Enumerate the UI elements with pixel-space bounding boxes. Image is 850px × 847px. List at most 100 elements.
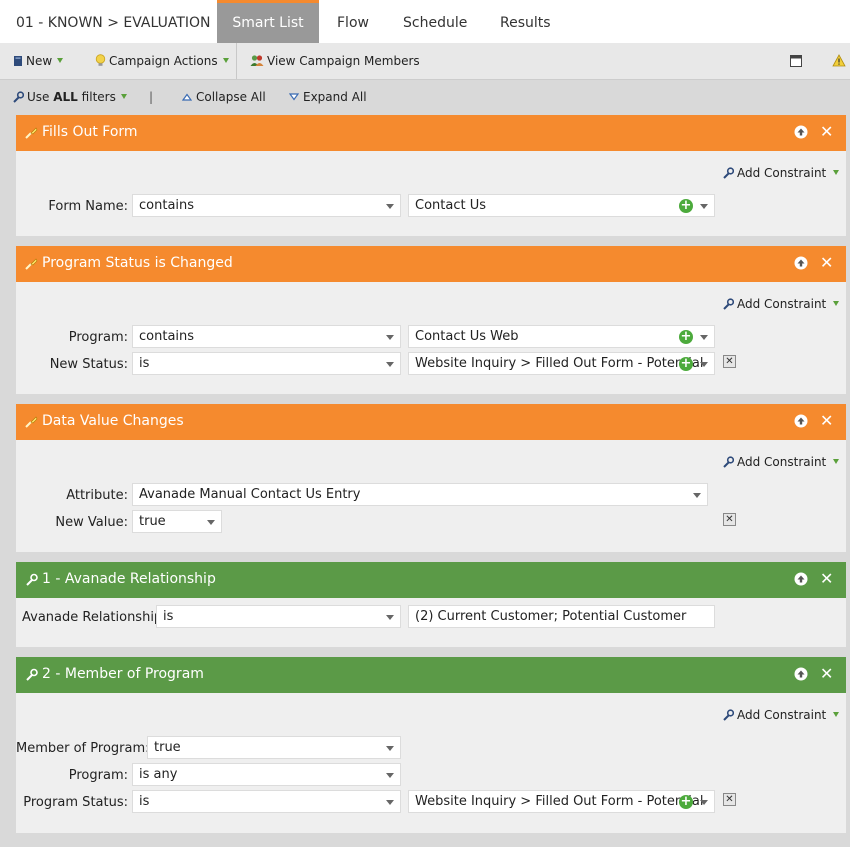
value-select[interactable]: Contact Us Web +	[408, 325, 715, 348]
new-value-select[interactable]: true	[132, 510, 222, 533]
chevron-down-icon	[386, 204, 394, 209]
tab-flow[interactable]: Flow	[337, 0, 369, 43]
panel-header[interactable]: Fills Out Form ✕	[16, 115, 846, 151]
panel-header[interactable]: 1 - Avanade Relationship ✕	[16, 562, 846, 598]
trigger-icon	[25, 257, 38, 274]
new-menu-button[interactable]: New	[13, 54, 64, 70]
add-value-icon[interactable]: +	[679, 357, 693, 371]
triangle-up-icon	[181, 90, 193, 104]
member-of-program-select[interactable]: true	[147, 736, 401, 759]
campaign-breadcrumb[interactable]: 01 - KNOWN > EVALUATION	[16, 0, 211, 43]
tab-results[interactable]: Results	[500, 0, 551, 43]
value-select[interactable]: Website Inquiry > Filled Out Form - Pote…	[408, 790, 715, 813]
operator-value: is any	[139, 767, 178, 782]
operator-select[interactable]: is	[132, 352, 401, 375]
wrench-icon	[722, 298, 735, 313]
move-up-icon[interactable]	[794, 125, 808, 143]
new-menu-label: New	[26, 54, 53, 68]
field-label: Program Status:	[23, 795, 128, 810]
move-up-icon[interactable]	[794, 256, 808, 274]
operator-value: contains	[139, 198, 195, 213]
filterbar-separator: |	[149, 90, 154, 104]
add-value-icon[interactable]: +	[679, 199, 693, 213]
trigger-icon	[25, 126, 38, 143]
chevron-down-icon	[700, 204, 708, 209]
move-up-icon[interactable]	[794, 667, 808, 685]
filter-panel-avanade-relationship: 1 - Avanade Relationship ✕ Avanade Relat…	[16, 562, 846, 647]
chevron-down-icon	[386, 615, 394, 620]
value-select[interactable]: Website Inquiry > Filled Out Form - Pote…	[408, 352, 715, 375]
use-filters-mode: ALL	[53, 90, 78, 104]
campaign-actions-button[interactable]: Campaign Actions	[95, 54, 229, 70]
chevron-down-icon	[700, 800, 708, 805]
value-field[interactable]: (2) Current Customer; Potential Customer	[408, 605, 715, 628]
value-text: Contact Us	[415, 198, 486, 213]
chevron-down-icon	[222, 58, 229, 63]
panel-header[interactable]: 2 - Member of Program ✕	[16, 657, 846, 693]
expand-all-button[interactable]: Expand All	[288, 90, 367, 104]
window-icon[interactable]	[790, 55, 802, 71]
close-icon[interactable]: ✕	[820, 666, 833, 682]
new-value-text: true	[139, 514, 166, 529]
add-constraint-button[interactable]: Add Constraint	[722, 166, 840, 182]
attribute-value: Avanade Manual Contact Us Entry	[139, 487, 361, 502]
filter-panel-data-value-changes: Data Value Changes ✕ Add Constraint Attr…	[16, 404, 846, 552]
remove-constraint-icon[interactable]: ✕	[723, 793, 736, 806]
add-constraint-button[interactable]: Add Constraint	[722, 708, 840, 724]
field-label: Form Name:	[48, 199, 128, 214]
chevron-down-icon	[833, 712, 840, 717]
chevron-down-icon	[700, 362, 708, 367]
move-up-icon[interactable]	[794, 572, 808, 590]
remove-constraint-icon[interactable]: ✕	[723, 513, 736, 526]
chevron-down-icon	[386, 773, 394, 778]
close-icon[interactable]: ✕	[820, 413, 833, 429]
close-icon[interactable]: ✕	[820, 124, 833, 140]
tab-smart-list[interactable]: Smart List	[217, 0, 319, 43]
filter-panel-program-status-changed: Program Status is Changed ✕ Add Constrai…	[16, 246, 846, 394]
chevron-down-icon	[693, 493, 701, 498]
campaign-actions-label: Campaign Actions	[109, 54, 218, 68]
panel-title: Data Value Changes	[42, 413, 184, 429]
warning-icon[interactable]	[832, 54, 846, 71]
operator-select[interactable]: contains	[132, 325, 401, 348]
action-toolbar: New Campaign Actions View Campaign Membe…	[0, 43, 850, 80]
remove-constraint-icon[interactable]: ✕	[723, 355, 736, 368]
close-icon[interactable]: ✕	[820, 255, 833, 271]
chevron-down-icon	[700, 335, 708, 340]
move-up-icon[interactable]	[794, 414, 808, 432]
chevron-down-icon	[386, 362, 394, 367]
panel-header[interactable]: Program Status is Changed ✕	[16, 246, 846, 282]
field-label: New Status:	[49, 357, 128, 372]
chevron-down-icon	[386, 746, 394, 751]
value-text: Website Inquiry > Filled Out Form - Pote…	[415, 356, 704, 371]
chevron-down-icon	[57, 58, 64, 63]
add-value-icon[interactable]: +	[679, 330, 693, 344]
view-campaign-members-label: View Campaign Members	[267, 54, 420, 68]
filter-wrench-icon	[25, 573, 38, 590]
close-icon[interactable]: ✕	[820, 571, 833, 587]
toolbar-divider	[236, 43, 237, 79]
operator-select[interactable]: contains	[132, 194, 401, 217]
panel-header[interactable]: Data Value Changes ✕	[16, 404, 846, 440]
wrench-icon	[12, 91, 25, 106]
operator-select[interactable]: is	[132, 790, 401, 813]
chevron-down-icon	[833, 301, 840, 306]
add-constraint-button[interactable]: Add Constraint	[722, 297, 840, 313]
chevron-down-icon	[207, 520, 215, 525]
operator-select[interactable]: is any	[132, 763, 401, 786]
add-constraint-label: Add Constraint	[737, 708, 827, 722]
tab-schedule[interactable]: Schedule	[403, 0, 467, 43]
use-all-filters-dropdown[interactable]: Use ALL filters	[12, 90, 127, 106]
add-constraint-label: Add Constraint	[737, 166, 827, 180]
value-select[interactable]: Contact Us +	[408, 194, 715, 217]
field-label: Attribute:	[66, 488, 128, 503]
collapse-all-button[interactable]: Collapse All	[181, 90, 266, 104]
add-constraint-label: Add Constraint	[737, 455, 827, 469]
operator-select[interactable]: is	[156, 605, 401, 628]
attribute-select[interactable]: Avanade Manual Contact Us Entry	[132, 483, 708, 506]
filter-logic-bar: Use ALL filters | Collapse All Expand Al…	[0, 80, 850, 114]
add-constraint-button[interactable]: Add Constraint	[722, 455, 840, 471]
view-campaign-members-button[interactable]: View Campaign Members	[250, 54, 420, 70]
add-value-icon[interactable]: +	[679, 795, 693, 809]
filter-panel-fills-out-form: Fills Out Form ✕ Add Constraint Form Nam…	[16, 115, 846, 236]
